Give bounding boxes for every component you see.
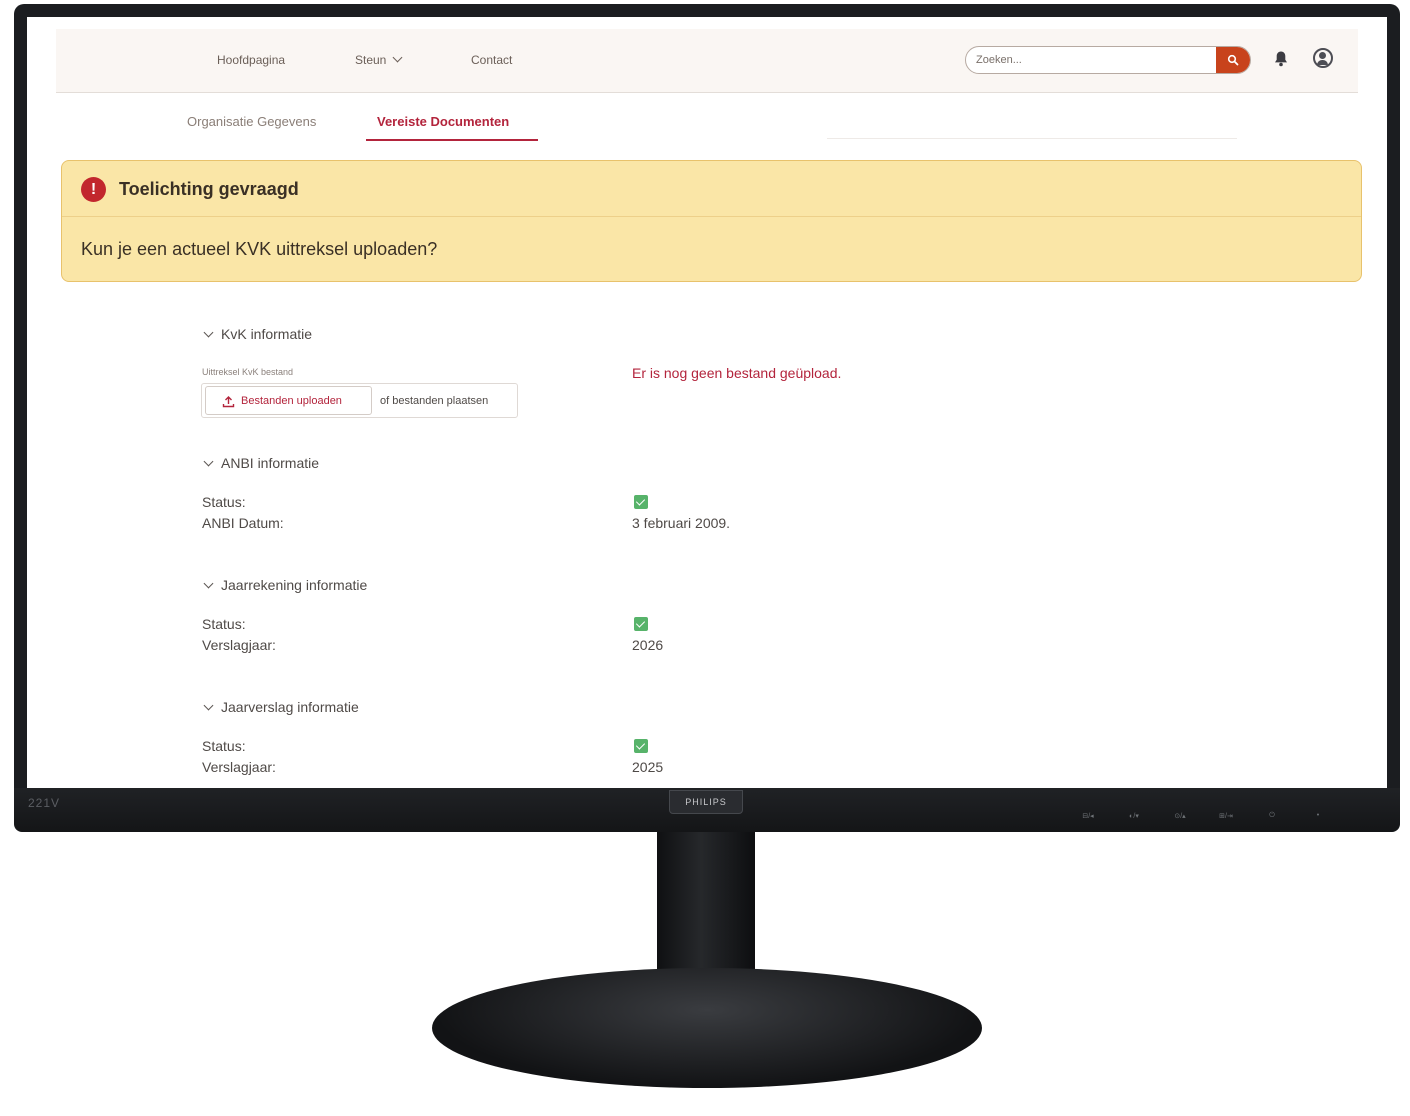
kvk-section-toggle[interactable]: KvK informatie	[202, 326, 312, 342]
active-tab-indicator	[366, 139, 538, 141]
kvk-heading: KvK informatie	[221, 326, 313, 342]
tab-vereiste-documenten[interactable]: Vereiste Documenten	[377, 114, 509, 129]
anbi-date-value: 3 februari 2009.	[632, 515, 731, 531]
upload-icon	[222, 396, 235, 408]
user-avatar-icon[interactable]	[1313, 48, 1333, 68]
clarification-alert: ! Toelichting gevraagd Kun je een actuee…	[61, 160, 1362, 282]
search-bar	[965, 46, 1251, 74]
monitor-button-menu[interactable]: ⊞/⇥	[1214, 812, 1238, 820]
jaarrekening-heading: Jaarrekening informatie	[221, 577, 368, 593]
jaarverslag-status-label: Status:	[202, 738, 246, 754]
monitor-brand-logo: PHILIPS	[669, 790, 743, 814]
chevron-down-icon	[203, 578, 214, 589]
alert-message: Kun je een actueel KVK uittreksel upload…	[81, 239, 438, 259]
jaarrekening-section-toggle[interactable]: Jaarrekening informatie	[202, 577, 367, 593]
jaarverslag-year-value: 2025	[632, 759, 664, 775]
chevron-down-icon	[392, 52, 403, 63]
upload-error-message: Er is nog geen bestand geüpload.	[632, 365, 842, 381]
jaarrekening-status-label: Status:	[202, 616, 246, 632]
bell-icon[interactable]	[1273, 50, 1289, 68]
upload-files-button[interactable]: Bestanden uploaden	[205, 386, 372, 415]
chevron-down-icon	[203, 327, 214, 338]
chevron-down-icon	[203, 456, 214, 467]
jaarrekening-year-value: 2026	[632, 637, 664, 653]
anbi-status-check-icon	[634, 495, 648, 509]
alert-title: Toelichting gevraagd	[119, 179, 299, 199]
kvk-file-label: Uittreksel KvK bestand	[202, 367, 294, 377]
anbi-section-toggle[interactable]: ANBI informatie	[202, 455, 319, 471]
monitor-stand-base	[432, 968, 982, 1088]
monitor-power-button[interactable]: ⏻	[1260, 812, 1284, 820]
search-input[interactable]	[966, 47, 1216, 73]
search-icon	[1227, 54, 1239, 66]
jaarverslag-section-toggle[interactable]: Jaarverslag informatie	[202, 699, 359, 715]
tab-organisatie-gegevens[interactable]: Organisatie Gegevens	[187, 114, 316, 129]
anbi-heading: ANBI informatie	[221, 455, 320, 471]
anbi-status-label: Status:	[202, 494, 246, 510]
document-tabs: Organisatie Gegevens Vereiste Documenten	[172, 97, 1237, 141]
upload-button-label: Bestanden uploaden	[241, 395, 342, 407]
monitor-model-label: 221V	[28, 796, 61, 810]
monitor-power-led: •	[1316, 812, 1320, 819]
nav-steun-label: Steun	[355, 53, 387, 67]
jaarrekening-status-check-icon	[634, 617, 648, 631]
jaarverslag-year-label: Verslagjaar:	[202, 759, 276, 775]
anbi-date-label: ANBI Datum:	[202, 515, 284, 531]
tabs-divider	[827, 138, 1237, 139]
nav-contact-link[interactable]: Contact	[471, 53, 512, 67]
jaarrekening-year-label: Verslagjaar:	[202, 637, 276, 653]
dropzone-text: of bestanden plaatsen	[380, 395, 489, 407]
nav-home-link[interactable]: Hoofdpagina	[217, 53, 285, 67]
monitor-button-brightness[interactable]: ◐/▾	[1122, 812, 1146, 820]
top-navigation: Hoofdpagina Steun Contact	[56, 29, 1358, 93]
error-icon: !	[81, 177, 106, 202]
jaarverslag-heading: Jaarverslag informatie	[221, 699, 359, 715]
jaarverslag-status-check-icon	[634, 739, 648, 753]
monitor-buttons: ⊟/◂ ◐/▾ ⊙/▴ ⊞/⇥ ⏻ •	[1076, 812, 1330, 820]
monitor-screen: Hoofdpagina Steun Contact Organisatie Ge…	[27, 17, 1387, 788]
monitor-button-input[interactable]: ⊟/◂	[1076, 812, 1100, 820]
chevron-down-icon	[203, 700, 214, 711]
search-button[interactable]	[1216, 47, 1250, 73]
alert-divider	[62, 216, 1361, 217]
monitor-button-audio[interactable]: ⊙/▴	[1168, 812, 1192, 820]
nav-steun-dropdown[interactable]: Steun	[355, 52, 403, 67]
